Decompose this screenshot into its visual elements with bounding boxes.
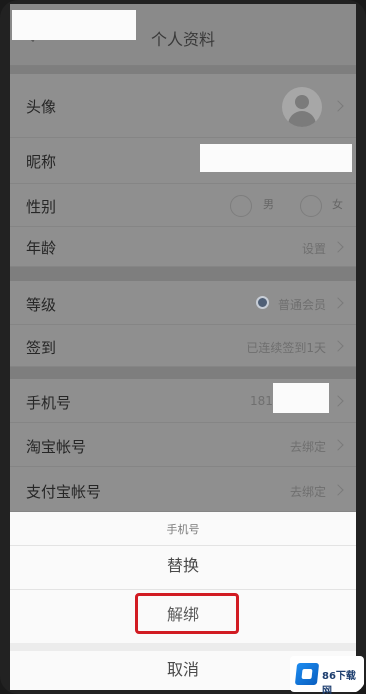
sheet-title: 手机号	[166, 523, 200, 536]
replace-button[interactable]: 替换	[10, 546, 356, 588]
chevron-right-icon	[332, 100, 344, 112]
chevron-right-icon	[332, 241, 344, 253]
taobao-label: 淘宝帐号	[26, 438, 87, 456]
gender-label: 性别	[26, 198, 57, 216]
age-label: 年龄	[26, 239, 57, 257]
sheet-gap	[10, 643, 356, 651]
redacted-phone	[273, 383, 329, 413]
taobao-value: 去绑定	[289, 440, 326, 454]
row-age[interactable]: 年龄 设置	[10, 227, 356, 267]
alipay-value: 去绑定	[289, 485, 326, 499]
avatar-label: 头像	[26, 98, 57, 116]
highlight-box	[135, 593, 239, 634]
chevron-right-icon	[332, 439, 344, 451]
chevron-right-icon	[332, 340, 344, 352]
phone-frame: 个人资料 头像 昵称 性别 男 女 年龄 设置 等级 普通会员 签到 已连续签到…	[0, 0, 366, 694]
redacted-nickname	[200, 144, 352, 172]
section-divider	[10, 66, 356, 74]
chevron-right-icon	[332, 395, 344, 407]
age-value: 设置	[301, 242, 326, 256]
chevron-right-icon	[332, 484, 344, 496]
row-gender[interactable]: 性别 男 女	[10, 184, 356, 227]
gender-male-radio[interactable]	[230, 195, 252, 217]
chevron-right-icon	[332, 297, 344, 309]
row-avatar[interactable]: 头像	[10, 74, 356, 138]
nickname-label: 昵称	[26, 153, 57, 171]
checkin-value: 已连续签到1天	[246, 341, 326, 355]
row-nickname[interactable]: 昵称	[10, 138, 356, 184]
row-phone[interactable]: 手机号 181	[10, 379, 356, 423]
gender-male-label: 男	[263, 198, 274, 211]
row-alipay[interactable]: 支付宝帐号 去绑定	[10, 467, 356, 512]
gender-female-radio[interactable]	[300, 195, 322, 217]
gender-female-label: 女	[332, 198, 343, 211]
checkin-label: 签到	[26, 339, 57, 357]
screen: 个人资料 头像 昵称 性别 男 女 年龄 设置 等级 普通会员 签到 已连续签到…	[10, 4, 356, 690]
phone-value: 181	[250, 394, 273, 408]
header: 个人资料	[10, 4, 356, 66]
alipay-label: 支付宝帐号	[26, 483, 102, 501]
avatar[interactable]	[282, 87, 322, 127]
section-divider	[10, 367, 356, 379]
watermark: 86下载网	[290, 656, 364, 694]
page-title: 个人资料	[150, 30, 215, 49]
row-checkin[interactable]: 签到 已连续签到1天	[10, 325, 356, 367]
member-badge-icon	[256, 296, 269, 309]
site-logo-icon	[294, 663, 320, 685]
level-value: 普通会员	[277, 298, 326, 312]
level-label: 等级	[26, 296, 57, 314]
watermark-text: 86下载网	[322, 671, 356, 694]
phone-label: 手机号	[26, 394, 72, 412]
section-divider	[10, 267, 356, 281]
row-level[interactable]: 等级 普通会员	[10, 281, 356, 325]
row-taobao[interactable]: 淘宝帐号 去绑定	[10, 423, 356, 467]
